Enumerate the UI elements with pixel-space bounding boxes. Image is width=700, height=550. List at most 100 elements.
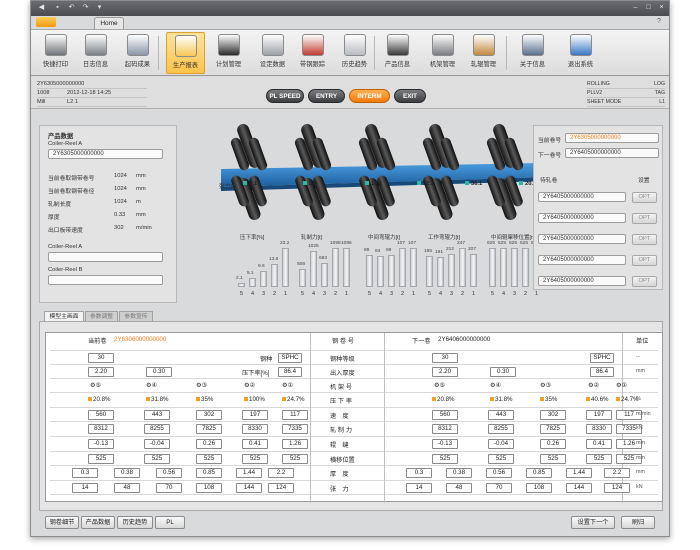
left-reduction-cell[interactable]: 86.4: [278, 367, 302, 377]
ribbon-pencil-box-button[interactable]: 带钢跟踪: [293, 32, 332, 74]
opt-button[interactable]: OPT: [632, 255, 657, 266]
right-value-cell[interactable]: 1.44: [566, 468, 592, 478]
left-width-cell[interactable]: 30: [88, 353, 114, 363]
left-value-cell[interactable]: 8255: [144, 424, 170, 434]
right-value-cell[interactable]: 8255: [488, 424, 514, 434]
right-value-cell[interactable]: 0.56: [486, 468, 512, 478]
app-orb-button[interactable]: [36, 17, 56, 27]
ribbon-about-button[interactable]: 关于信息: [513, 32, 552, 74]
left-value-cell[interactable]: 1.26: [282, 439, 308, 449]
left-value-cell[interactable]: -0.04: [144, 439, 170, 449]
left-value-cell[interactable]: 525: [88, 454, 114, 464]
mode-interm-button[interactable]: INTERM: [349, 89, 390, 103]
opt-button[interactable]: OPT: [632, 213, 657, 224]
refresh-button[interactable]: 刷归: [621, 516, 655, 529]
ribbon-product-button[interactable]: 产品信息: [378, 32, 417, 74]
right-value-cell[interactable]: 0.85: [526, 468, 552, 478]
mode-exit-button[interactable]: EXIT: [394, 89, 426, 103]
right-out-thickness-cell[interactable]: 0.30: [490, 367, 516, 377]
right-value-cell[interactable]: 0.41: [586, 439, 612, 449]
right-reduction-cell[interactable]: 86.4: [590, 367, 614, 377]
right-value-cell[interactable]: 8312: [432, 424, 458, 434]
ribbon-printer-button[interactable]: 快捷打印: [36, 32, 75, 74]
right-value-cell[interactable]: 7825: [540, 424, 566, 434]
left-value-cell[interactable]: 124: [268, 483, 294, 493]
queue-coil-field[interactable]: 2Y6405000000000: [538, 255, 626, 265]
left-value-cell[interactable]: 525: [196, 454, 222, 464]
left-value-cell[interactable]: 2.2: [268, 468, 294, 478]
queue-coil-field[interactable]: 2Y6405000000000: [538, 213, 626, 223]
right-value-cell[interactable]: 14: [406, 483, 432, 493]
ribbon-history-disc-button[interactable]: 历史趋势: [335, 32, 374, 74]
right-value-cell[interactable]: 8330: [586, 424, 612, 434]
bottom-button[interactable]: 历史趋势: [117, 516, 153, 529]
ribbon-camera-folder-button[interactable]: 起码成果: [118, 32, 157, 74]
right-value-cell[interactable]: 443: [488, 410, 514, 420]
left-value-cell[interactable]: 197: [242, 410, 268, 420]
queue-coil-field[interactable]: 2Y6405000000000: [538, 234, 626, 244]
left-value-cell[interactable]: 0.3: [72, 468, 98, 478]
mode-pl-speed-button[interactable]: PL SPEED: [266, 89, 304, 103]
app-menu-icon[interactable]: ◀: [37, 4, 46, 12]
dropdown-icon[interactable]: ▾: [95, 4, 104, 12]
ribbon-monitor-button[interactable]: 退出系统: [561, 32, 600, 74]
left-value-cell[interactable]: 525: [242, 454, 268, 464]
right-value-cell[interactable]: -0.13: [432, 439, 458, 449]
left-value-cell[interactable]: 0.38: [114, 468, 140, 478]
left-value-cell[interactable]: 8312: [88, 424, 114, 434]
ribbon-report-button[interactable]: 生产报表: [166, 32, 205, 74]
left-value-cell[interactable]: 443: [144, 410, 170, 420]
left-value-cell[interactable]: 14: [72, 483, 98, 493]
ribbon-gear-button[interactable]: 设定数据: [253, 32, 292, 74]
right-value-cell[interactable]: 197: [586, 410, 612, 420]
left-value-cell[interactable]: 48: [114, 483, 140, 493]
right-value-cell[interactable]: 560: [432, 410, 458, 420]
left-grade-cell[interactable]: SPHC: [278, 353, 302, 363]
left-value-cell[interactable]: 0.41: [242, 439, 268, 449]
close-icon[interactable]: ×: [657, 4, 666, 12]
ribbon-compass-button[interactable]: 计划管理: [209, 32, 248, 74]
bottom-button[interactable]: PL: [155, 516, 185, 529]
left-value-cell[interactable]: 560: [88, 410, 114, 420]
current-coil-field[interactable]: 2Y6305000000000: [565, 133, 659, 143]
right-value-cell[interactable]: 0.3: [406, 468, 432, 478]
bottom-button[interactable]: 产品数据: [81, 516, 115, 529]
right-value-cell[interactable]: 525: [540, 454, 566, 464]
right-value-cell[interactable]: 0.38: [446, 468, 472, 478]
bottom-button[interactable]: 钢卷细节: [45, 516, 79, 529]
right-value-cell[interactable]: 70: [486, 483, 512, 493]
right-value-cell[interactable]: 2.2: [604, 468, 630, 478]
coil-id-field[interactable]: 2Y6305000000000: [48, 149, 163, 159]
coiler-a-field[interactable]: [48, 252, 163, 262]
right-value-cell[interactable]: 525: [586, 454, 612, 464]
left-value-cell[interactable]: -0.13: [88, 439, 114, 449]
right-value-cell[interactable]: 525: [432, 454, 458, 464]
left-value-cell[interactable]: 7335: [282, 424, 308, 434]
left-value-cell[interactable]: 0.85: [196, 468, 222, 478]
left-value-cell[interactable]: 8330: [242, 424, 268, 434]
right-width-cell[interactable]: 30: [432, 353, 458, 363]
right-value-cell[interactable]: -0.04: [488, 439, 514, 449]
right-value-cell[interactable]: 525: [488, 454, 514, 464]
left-value-cell[interactable]: 70: [156, 483, 182, 493]
mode-entry-button[interactable]: ENTRY: [308, 89, 345, 103]
set-next-button[interactable]: 设置下一个: [571, 516, 615, 529]
left-value-cell[interactable]: 1.44: [236, 468, 262, 478]
left-value-cell[interactable]: 525: [282, 454, 308, 464]
right-value-cell[interactable]: 302: [540, 410, 566, 420]
opt-button[interactable]: OPT: [632, 276, 657, 287]
right-value-cell[interactable]: 144: [566, 483, 592, 493]
right-value-cell[interactable]: 48: [446, 483, 472, 493]
help-icon[interactable]: ?: [657, 18, 661, 25]
right-grade-cell[interactable]: SPHC: [590, 353, 614, 363]
right-value-cell[interactable]: 124: [604, 483, 630, 493]
left-value-cell[interactable]: 302: [196, 410, 222, 420]
ribbon-stand-button[interactable]: 机架管理: [423, 32, 462, 74]
maximize-icon[interactable]: □: [644, 4, 653, 12]
left-in-thickness-cell[interactable]: 2.20: [88, 367, 114, 377]
right-value-cell[interactable]: 0.26: [540, 439, 566, 449]
left-value-cell[interactable]: 108: [196, 483, 222, 493]
coiler-b-field[interactable]: [48, 275, 163, 285]
right-in-thickness-cell[interactable]: 2.20: [432, 367, 458, 377]
ribbon-log-button[interactable]: 日志信息: [76, 32, 115, 74]
